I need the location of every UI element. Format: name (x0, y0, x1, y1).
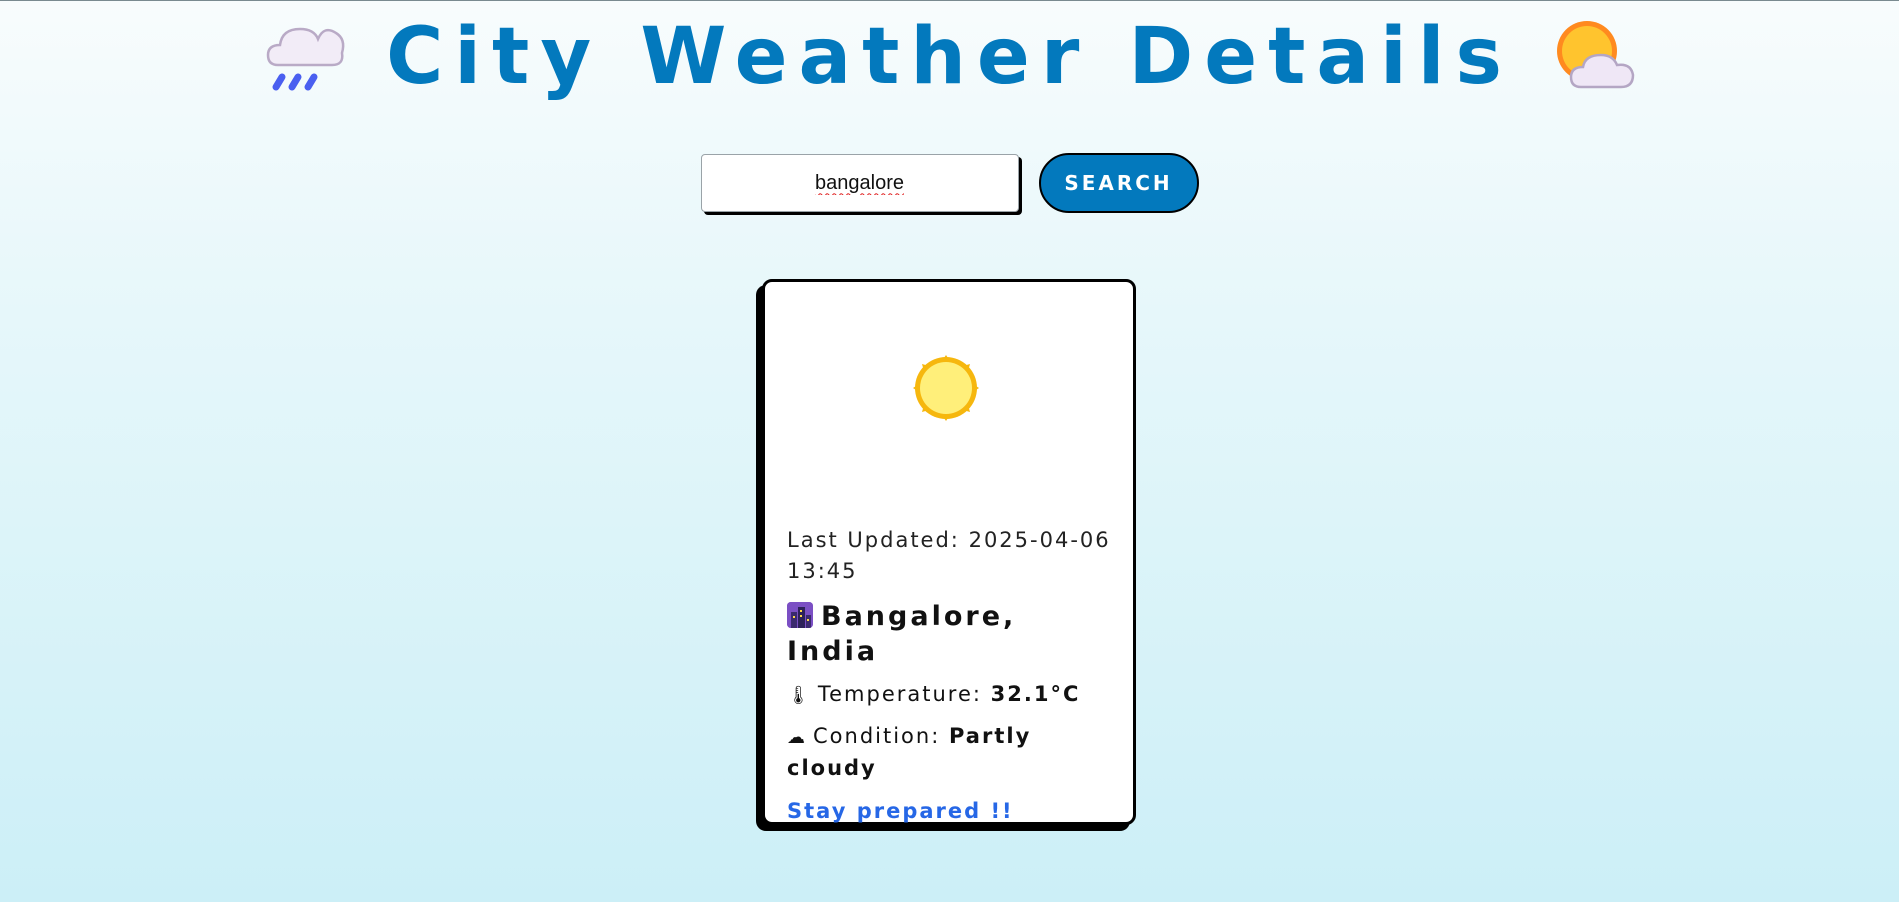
page-title: City Weather Details (386, 12, 1513, 102)
location-name: Bangalore, India (787, 601, 1017, 667)
search-button[interactable]: SEARCH (1038, 153, 1199, 213)
last-updated-label: Last Updated: (787, 528, 960, 552)
condition-row: ☁ Condition: Partly cloudy (787, 721, 1117, 784)
tagline: Stay prepared !! (787, 799, 1014, 823)
weather-details: Last Updated: 2025-04-06 13:45 Bangalore… (787, 525, 1117, 826)
cityscape-icon (787, 602, 813, 628)
search-bar: SEARCH (0, 153, 1899, 213)
condition-label: Condition: (813, 724, 941, 748)
search-input[interactable] (700, 154, 1019, 212)
location: Bangalore, India (787, 599, 1117, 669)
thermometer-icon: 🌡 (787, 685, 812, 706)
sun-behind-cloud-icon (1556, 21, 1635, 89)
page-header: City Weather Details (0, 7, 1899, 107)
cloud-icon: ☁ (787, 727, 807, 748)
weather-card: Last Updated: 2025-04-06 13:45 Bangalore… (762, 279, 1136, 825)
last-updated: Last Updated: 2025-04-06 13:45 (787, 525, 1117, 587)
cloud-with-rain-icon (266, 27, 345, 91)
temperature-label: Temperature: (817, 682, 982, 706)
temperature-value: 32.1°C (990, 682, 1081, 706)
temperature-row: 🌡 Temperature: 32.1°C (787, 679, 1117, 711)
sun-icon (913, 355, 979, 421)
